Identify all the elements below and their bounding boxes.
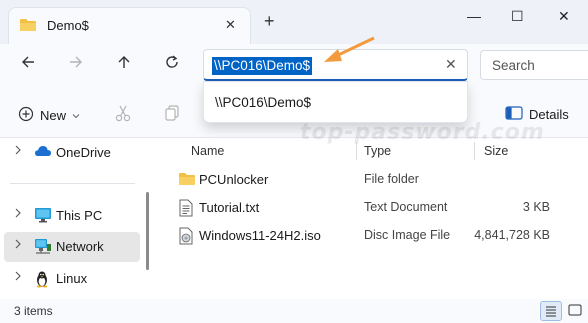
search-placeholder: Search xyxy=(492,58,535,73)
sidebar-item-this-pc[interactable]: This PC xyxy=(4,201,140,231)
annotation-arrow-icon xyxy=(324,36,375,62)
sidebar-item-label: Linux xyxy=(56,271,88,286)
address-suggestions-dropdown: \\PC016\Demo$ xyxy=(203,81,468,123)
status-bar: 3 items xyxy=(0,299,588,323)
new-tab-button[interactable]: + xyxy=(264,12,275,30)
file-name: Tutorial.txt xyxy=(199,200,260,215)
navigation-pane: OneDrive This PC Network Linux xyxy=(0,138,146,299)
details-view-button[interactable] xyxy=(540,301,562,321)
file-size: 3 KB xyxy=(522,200,550,214)
minimize-button[interactable]: — xyxy=(467,8,481,24)
arrow-right-icon[interactable] xyxy=(68,54,84,75)
watermark: top-password.com xyxy=(300,120,545,145)
sidebar-item-network[interactable]: Network xyxy=(4,232,140,262)
sidebar-divider xyxy=(10,183,135,184)
tab-demo[interactable]: Demo$ ✕ xyxy=(8,7,251,44)
tiles-view-button[interactable] xyxy=(565,301,587,321)
address-input-value[interactable]: \\PC016\Demo$ xyxy=(212,57,313,75)
linux-penguin-icon xyxy=(34,270,50,291)
file-size: 4,841,728 KB xyxy=(474,228,550,242)
cut-icon[interactable] xyxy=(115,104,131,122)
chevron-right-icon[interactable] xyxy=(14,208,22,221)
new-button[interactable]: New xyxy=(18,106,80,125)
sidebar-item-linux[interactable]: Linux xyxy=(4,264,140,294)
item-count: 3 items xyxy=(14,304,53,318)
new-label: New xyxy=(40,108,67,123)
clear-address-icon[interactable]: ✕ xyxy=(445,56,457,73)
sidebar-scrollbar[interactable] xyxy=(146,192,149,270)
column-header-size[interactable]: Size xyxy=(484,144,508,158)
refresh-icon[interactable] xyxy=(164,54,180,75)
monitor-icon xyxy=(34,207,52,226)
sidebar-item-label: OneDrive xyxy=(56,145,111,160)
network-icon xyxy=(34,238,52,257)
sidebar-item-onedrive[interactable]: OneDrive xyxy=(4,138,140,168)
column-header-type[interactable]: Type xyxy=(364,144,391,158)
file-type: Disc Image File xyxy=(364,228,451,242)
chevron-right-icon[interactable] xyxy=(14,239,22,252)
plus-circle-icon xyxy=(18,106,34,125)
close-tab-icon[interactable]: ✕ xyxy=(225,17,236,33)
cloud-icon xyxy=(34,144,52,161)
file-name: PCUnlocker xyxy=(199,172,269,187)
file-name: Windows11-24H2.iso xyxy=(199,228,321,243)
chevron-right-icon[interactable] xyxy=(14,271,22,284)
table-row[interactable]: Tutorial.txt Text Document 3 KB xyxy=(172,194,567,222)
table-row[interactable]: PCUnlocker File folder xyxy=(172,166,567,194)
copy-icon[interactable] xyxy=(164,104,180,122)
chevron-down-icon xyxy=(72,108,80,123)
chevron-right-icon[interactable] xyxy=(14,145,22,158)
search-input[interactable]: Search xyxy=(480,50,588,80)
column-header-name[interactable]: Name xyxy=(191,144,224,158)
file-type: Text Document xyxy=(364,200,448,214)
file-type: File folder xyxy=(364,172,419,186)
arrow-up-icon[interactable] xyxy=(116,54,132,75)
folder-icon xyxy=(178,171,196,190)
text-file-icon xyxy=(178,199,194,220)
address-suggestion-item[interactable]: \\PC016\Demo$ xyxy=(215,95,311,110)
arrow-left-icon[interactable] xyxy=(20,54,36,75)
title-bar: Demo$ ✕ + — ☐ ✕ xyxy=(0,0,588,44)
disc-image-icon xyxy=(178,227,194,248)
folder-icon xyxy=(19,17,37,36)
close-window-button[interactable]: ✕ xyxy=(558,8,570,25)
tab-title: Demo$ xyxy=(47,18,89,33)
sidebar-item-label: This PC xyxy=(56,208,103,223)
sidebar-item-label: Network xyxy=(56,239,104,254)
maximize-button[interactable]: ☐ xyxy=(511,8,524,25)
table-row[interactable]: Windows11-24H2.iso Disc Image File 4,841… xyxy=(172,222,567,250)
file-list: Name Type Size PCUnlocker File folder Tu… xyxy=(152,138,588,299)
